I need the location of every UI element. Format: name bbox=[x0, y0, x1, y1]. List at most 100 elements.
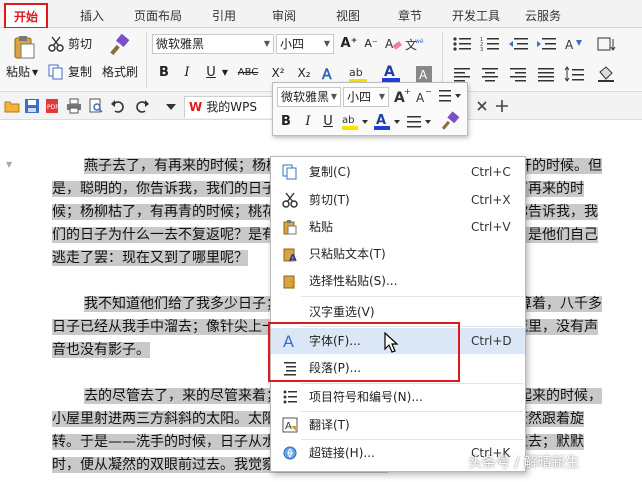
font-name-combo[interactable]: 微软雅黑 ▼ bbox=[152, 34, 274, 54]
align-left-icon[interactable] bbox=[452, 66, 474, 82]
document-tab-label: 我的WPS bbox=[206, 100, 257, 114]
svg-text:A: A bbox=[322, 67, 332, 83]
svg-text:ab: ab bbox=[349, 66, 363, 79]
mini-underline-button[interactable]: U bbox=[321, 113, 335, 131]
paint-bucket-icon[interactable] bbox=[596, 66, 618, 82]
margin-marker-icon: ▼ bbox=[6, 160, 13, 169]
floating-mini-toolbar: 微软雅黑 ▼ 小四 ▼ A + A − B I U ab A bbox=[272, 82, 468, 136]
font-size-combo[interactable]: 小四 ▼ bbox=[276, 34, 334, 54]
document-tab-my-wps[interactable]: W 我的WPS bbox=[184, 96, 280, 118]
menu-item-label: 项目符号和编号(N)... bbox=[309, 390, 423, 404]
menu-item-cut[interactable]: 剪切(T) Ctrl+X bbox=[271, 187, 525, 213]
open-folder-icon[interactable] bbox=[4, 98, 20, 114]
font-color-icon[interactable]: A bbox=[380, 62, 408, 84]
menu-item-shortcut: Ctrl+C bbox=[471, 165, 511, 179]
superscript-button[interactable]: X² bbox=[268, 64, 288, 82]
strikethrough-button[interactable]: ABC bbox=[236, 64, 260, 82]
chevron-down-icon: ▼ bbox=[323, 39, 330, 48]
mini-line-spacing-icon[interactable] bbox=[437, 87, 463, 105]
increase-indent-icon[interactable] bbox=[536, 36, 558, 52]
tab-cloud[interactable]: 云服务 bbox=[518, 6, 568, 26]
cut-button[interactable]: 剪切 bbox=[68, 36, 92, 52]
align-right-icon[interactable] bbox=[508, 66, 530, 82]
mini-italic-button[interactable]: I bbox=[301, 113, 315, 131]
mini-shrink-font-icon[interactable]: A − bbox=[415, 87, 433, 105]
mini-highlight-icon[interactable]: ab bbox=[341, 111, 371, 133]
menu-item-label: 粘贴 bbox=[309, 220, 334, 234]
tab-insert[interactable]: 插入 bbox=[72, 6, 112, 26]
print-icon[interactable] bbox=[66, 98, 82, 114]
menu-item-paste-special[interactable]: ? 选择性粘贴(S)... bbox=[271, 268, 525, 294]
svg-text:PDF: PDF bbox=[47, 104, 59, 111]
clear-format-icon[interactable]: A bbox=[384, 36, 402, 52]
copy-button[interactable]: 复制 bbox=[68, 64, 92, 80]
menu-item-bullets-numbering[interactable]: 项目符号和编号(N)... bbox=[271, 384, 525, 410]
justify-icon[interactable] bbox=[536, 66, 558, 82]
paste-text-icon: A bbox=[281, 245, 299, 263]
export-pdf-icon[interactable]: PDF bbox=[44, 98, 60, 114]
paste-special-icon: ? bbox=[281, 272, 299, 290]
mini-bold-button[interactable]: B bbox=[279, 113, 293, 131]
tab-review[interactable]: 审阅 bbox=[264, 6, 304, 26]
svg-text:A: A bbox=[385, 37, 394, 51]
save-icon[interactable] bbox=[24, 98, 40, 114]
copy-icon[interactable] bbox=[48, 64, 64, 80]
svg-text:A: A bbox=[416, 91, 425, 105]
customize-dropdown-icon[interactable] bbox=[164, 98, 178, 114]
tab-sections[interactable]: 章节 bbox=[390, 6, 430, 26]
menu-separator bbox=[301, 296, 523, 297]
new-tab-icon[interactable] bbox=[494, 98, 510, 114]
mini-font-name-combo[interactable]: 微软雅黑 ▼ bbox=[277, 87, 341, 107]
close-tab-icon[interactable] bbox=[474, 98, 490, 114]
underline-button[interactable]: U bbox=[204, 64, 218, 82]
svg-text:3: 3 bbox=[480, 47, 483, 52]
grow-font-button[interactable]: A⁺ bbox=[340, 35, 358, 53]
tab-home[interactable]: 开始 bbox=[4, 3, 48, 29]
menu-item-paste-text-only[interactable]: A 只粘贴文本(T) bbox=[271, 241, 525, 267]
chinese-layout-icon[interactable]: A bbox=[564, 36, 586, 52]
annotation-highlight-box bbox=[268, 322, 460, 382]
highlight-icon[interactable]: ab bbox=[348, 64, 376, 84]
mini-font-color-icon[interactable]: A bbox=[373, 111, 403, 133]
ribbon-tab-bar: 开始 插入 页面布局 引用 审阅 视图 章节 开发工具 云服务 bbox=[0, 0, 642, 29]
line-spacing-icon[interactable] bbox=[564, 66, 586, 82]
mini-format-painter-icon[interactable] bbox=[439, 111, 463, 133]
svg-text:wén: wén bbox=[415, 38, 424, 45]
tab-references[interactable]: 引用 bbox=[204, 6, 244, 26]
menu-item-translate[interactable]: A 翻译(T) bbox=[271, 412, 525, 438]
shrink-font-button[interactable]: A⁻ bbox=[362, 35, 380, 53]
tab-page-layout[interactable]: 页面布局 bbox=[128, 6, 188, 26]
paste-icon[interactable] bbox=[10, 34, 38, 60]
menu-item-paste[interactable]: 粘贴 Ctrl+V bbox=[271, 214, 525, 240]
italic-button[interactable]: I bbox=[180, 64, 194, 82]
sort-icon[interactable] bbox=[596, 36, 618, 52]
scissors-icon[interactable] bbox=[48, 36, 64, 52]
mini-align-icon[interactable] bbox=[405, 111, 435, 133]
tab-developer[interactable]: 开发工具 bbox=[446, 6, 506, 26]
decrease-indent-icon[interactable] bbox=[508, 36, 530, 52]
print-preview-icon[interactable] bbox=[88, 98, 104, 114]
undo-icon[interactable] bbox=[110, 98, 126, 114]
bold-button[interactable]: B bbox=[156, 64, 172, 82]
subscript-button[interactable]: X₂ bbox=[294, 64, 314, 82]
mini-grow-font-icon[interactable]: A + bbox=[393, 87, 411, 105]
mouse-cursor-icon bbox=[384, 332, 400, 354]
align-center-icon[interactable] bbox=[480, 66, 502, 82]
menu-item-copy[interactable]: 复制(C) Ctrl+C bbox=[271, 159, 525, 185]
paste-dropdown-arrow[interactable]: ▼ bbox=[32, 65, 38, 81]
font-name-value: 微软雅黑 bbox=[156, 37, 205, 51]
underline-dropdown[interactable]: ▼ bbox=[220, 64, 230, 82]
format-painter-button[interactable]: 格式刷 bbox=[102, 64, 138, 80]
svg-text:A: A bbox=[376, 113, 386, 128]
text-effect-icon[interactable]: A bbox=[320, 64, 344, 84]
format-painter-icon[interactable] bbox=[108, 34, 132, 58]
paste-button[interactable]: 粘贴 bbox=[6, 64, 30, 80]
svg-text:ab: ab bbox=[342, 115, 354, 126]
mini-font-size-combo[interactable]: 小四 ▼ bbox=[343, 87, 389, 107]
character-shading-icon[interactable]: A bbox=[414, 64, 436, 84]
numbered-list-icon[interactable]: 123 bbox=[480, 36, 502, 52]
tab-view[interactable]: 视图 bbox=[328, 6, 368, 26]
bullet-list-icon[interactable] bbox=[452, 36, 474, 52]
redo-icon[interactable] bbox=[134, 98, 150, 114]
phonetic-guide-icon[interactable]: 文wén bbox=[404, 36, 424, 52]
